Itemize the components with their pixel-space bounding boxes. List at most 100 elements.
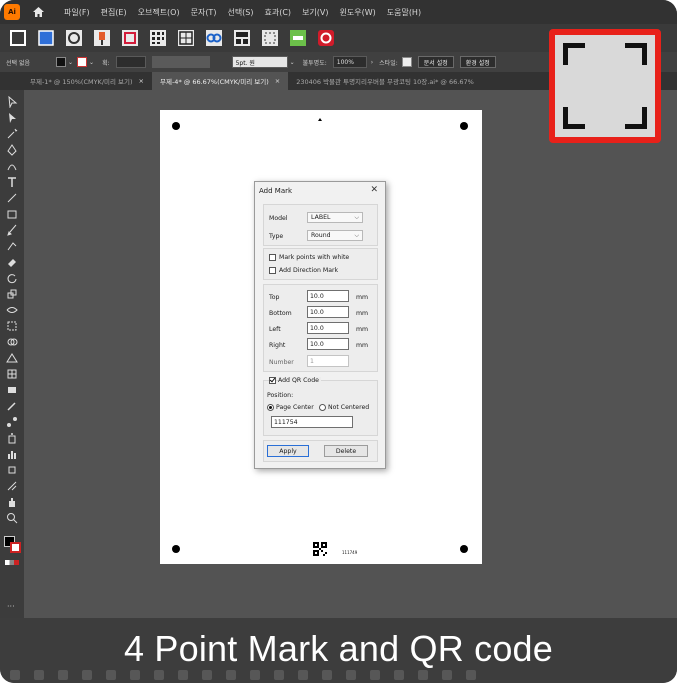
color-mode-icon[interactable] <box>5 560 19 565</box>
right-field[interactable]: 10.0 <box>307 338 349 350</box>
taskbar-app-icon[interactable] <box>466 669 476 680</box>
taskbar-app-icon[interactable] <box>274 669 284 680</box>
shape-builder-tool-icon[interactable] <box>6 336 18 348</box>
mark-white-checkbox[interactable] <box>269 254 276 261</box>
table-icon[interactable] <box>176 28 196 48</box>
zoom-tool-icon[interactable] <box>6 512 18 524</box>
chevron-right-icon[interactable]: › <box>371 59 373 66</box>
shaper-tool-icon[interactable] <box>6 240 18 252</box>
register-icon[interactable] <box>316 28 336 48</box>
apply-button[interactable]: Apply <box>267 445 309 457</box>
home-icon[interactable] <box>32 6 44 18</box>
left-field[interactable]: 10.0 <box>307 322 349 334</box>
style-swatch[interactable] <box>401 57 412 67</box>
rotate-icon[interactable] <box>64 28 84 48</box>
selection-tool-icon[interactable] <box>6 96 18 108</box>
scale-tool-icon[interactable] <box>6 288 18 300</box>
magic-wand-tool-icon[interactable] <box>6 128 18 140</box>
delete-button[interactable]: Delete <box>324 445 368 457</box>
tab-document-1[interactable]: 무제-1* @ 150%(CMYK/미리 보기) × <box>0 72 152 90</box>
menu-file[interactable]: 파일(F) <box>64 7 90 18</box>
top-field[interactable]: 10.0 <box>307 290 349 302</box>
type-tool-icon[interactable] <box>6 176 18 188</box>
eraser-tool-icon[interactable] <box>6 256 18 268</box>
square-icon[interactable] <box>36 28 56 48</box>
qr-value-field[interactable]: 111754 <box>271 416 353 428</box>
width-tool-icon[interactable] <box>6 304 18 316</box>
rectangle-tool-icon[interactable] <box>6 208 18 220</box>
fill-swatch[interactable] <box>56 57 66 67</box>
mesh-tool-icon[interactable] <box>6 368 18 380</box>
taskbar-app-icon[interactable] <box>226 669 236 680</box>
layout-icon[interactable] <box>232 28 252 48</box>
perspective-grid-tool-icon[interactable] <box>6 352 18 364</box>
dashed-select-icon[interactable] <box>260 28 280 48</box>
line-tool-icon[interactable] <box>6 192 18 204</box>
pen-tool-icon[interactable] <box>6 144 18 156</box>
hand-tool-icon[interactable] <box>6 496 18 508</box>
paintbrush-tool-icon[interactable] <box>6 224 18 236</box>
menu-effect[interactable]: 효과(C) <box>265 7 292 18</box>
direct-selection-tool-icon[interactable] <box>6 112 18 124</box>
illustrator-app-icon[interactable]: Ai <box>4 4 20 20</box>
tab-document-museum[interactable]: 230406 박물관 투명지리우버블 무광코팅 10장.ai* @ 66.67% <box>288 72 482 90</box>
page-center-radio[interactable] <box>267 404 274 411</box>
taskbar-app-icon[interactable] <box>250 669 260 680</box>
type-select[interactable]: Round ⌵ <box>307 230 363 241</box>
taskbar-app-icon[interactable] <box>298 669 308 680</box>
taskbar-app-icon[interactable] <box>346 669 356 680</box>
menu-window[interactable]: 윈도우(W) <box>340 7 376 18</box>
gradient-tool-icon[interactable] <box>6 384 18 396</box>
taskbar-app-icon[interactable] <box>154 669 164 680</box>
menu-help[interactable]: 도움말(H) <box>387 7 421 18</box>
stop-icon[interactable] <box>120 28 140 48</box>
menu-select[interactable]: 선택(S) <box>227 7 253 18</box>
bottom-field[interactable]: 10.0 <box>307 306 349 318</box>
frame-icon[interactable] <box>8 28 28 48</box>
tab-document-4[interactable]: 무제-4* @ 66.67%(CMYK/미리 보기) × <box>152 72 289 90</box>
model-select[interactable]: LABEL ⌵ <box>307 212 363 223</box>
add-qr-code-checkbox[interactable] <box>269 377 276 384</box>
taskbar-app-icon[interactable] <box>394 669 404 680</box>
menu-edit[interactable]: 편집(E) <box>101 7 127 18</box>
link-icon[interactable] <box>204 28 224 48</box>
taskbar-app-icon[interactable] <box>58 669 68 680</box>
number-field[interactable]: 1 <box>307 355 349 367</box>
eyedropper-tool-icon[interactable] <box>6 400 18 412</box>
close-icon[interactable]: × <box>139 77 144 85</box>
stroke-swatch[interactable] <box>77 57 88 67</box>
blend-tool-icon[interactable] <box>6 416 18 428</box>
taskbar-app-icon[interactable] <box>178 669 188 680</box>
stroke-color-swatch[interactable] <box>10 542 21 553</box>
barcode-icon[interactable] <box>288 28 308 48</box>
taskbar-app-icon[interactable] <box>10 669 20 680</box>
menu-type[interactable]: 문자(T) <box>191 7 217 18</box>
chevron-down-icon[interactable]: ⌄ <box>68 59 73 66</box>
taskbar-app-icon[interactable] <box>130 669 140 680</box>
artboard-tool-icon[interactable] <box>6 464 18 476</box>
taskbar-app-icon[interactable] <box>82 669 92 680</box>
close-icon[interactable]: × <box>275 77 280 85</box>
slice-tool-icon[interactable] <box>6 480 18 492</box>
curvature-tool-icon[interactable] <box>6 160 18 172</box>
direction-mark-checkbox[interactable] <box>269 267 276 274</box>
preferences-button[interactable]: 환경 설정 <box>459 56 496 68</box>
chevron-down-icon[interactable]: ⌄ <box>290 59 295 66</box>
opacity-field[interactable]: 100% <box>332 56 367 68</box>
pin-icon[interactable] <box>92 28 112 48</box>
column-graph-tool-icon[interactable] <box>6 448 18 460</box>
brush-select[interactable]: 5pt. 원 <box>231 56 288 68</box>
grid-icon[interactable] <box>148 28 168 48</box>
menu-view[interactable]: 보기(V) <box>302 7 328 18</box>
taskbar-app-icon[interactable] <box>106 669 116 680</box>
taskbar-app-icon[interactable] <box>442 669 452 680</box>
menu-object[interactable]: 오브젝트(O) <box>138 7 180 18</box>
symbol-sprayer-tool-icon[interactable] <box>6 432 18 444</box>
search-icon[interactable] <box>34 669 44 680</box>
more-tools-icon[interactable]: ··· <box>7 602 15 611</box>
not-centered-radio[interactable] <box>319 404 326 411</box>
taskbar-app-icon[interactable] <box>322 669 332 680</box>
document-setup-button[interactable]: 문서 설정 <box>417 56 454 68</box>
rotate-tool-icon[interactable] <box>6 272 18 284</box>
taskbar-app-icon[interactable] <box>370 669 380 680</box>
